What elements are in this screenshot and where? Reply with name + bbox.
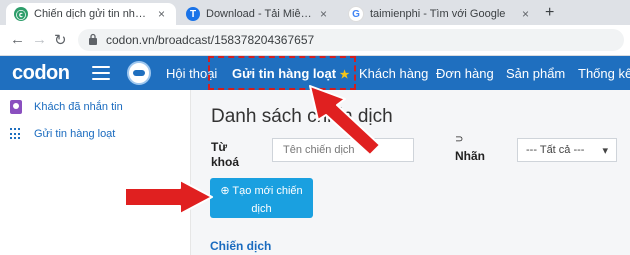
create-button-label: ⊕ Tạo mới chiến xyxy=(220,185,303,197)
lock-icon xyxy=(88,33,98,48)
hamburger-menu-icon[interactable] xyxy=(92,66,110,80)
page-title: Danh sách chiến dịch xyxy=(211,106,393,127)
reload-icon[interactable]: ↻ xyxy=(54,31,67,49)
codon-logo[interactable]: codon xyxy=(12,62,70,85)
nav-item-san-pham[interactable]: Sản phẩm xyxy=(506,66,565,81)
keyword-label-line: Từ xyxy=(211,140,228,154)
keyword-label: Từ khoá xyxy=(211,140,239,170)
close-icon[interactable]: × xyxy=(522,7,532,21)
tag-label: ⊃ Nhãn xyxy=(455,132,485,164)
url-input[interactable]: codon.vn/broadcast/158378204367657 xyxy=(78,29,624,51)
close-icon[interactable]: × xyxy=(320,7,330,21)
create-button-label: dịch xyxy=(251,203,272,215)
sidebar-item-label: Khách đã nhắn tin xyxy=(34,101,123,113)
close-icon[interactable]: × xyxy=(158,7,168,21)
chevron-down-icon: ▾ xyxy=(602,144,608,157)
tab-title: Download - Tải Miễn Phí VN - Ph xyxy=(206,8,314,20)
nav-item-thong-ke[interactable]: Thống kê xyxy=(578,66,630,81)
google-favicon-icon: G xyxy=(348,6,364,22)
section-title-campaigns: Chiến dịch xyxy=(210,239,272,253)
campaign-name-input[interactable]: Tên chiến dịch xyxy=(272,138,414,162)
sidebar-item-gui-tin-hang-loat[interactable]: Gửi tin hàng loạt xyxy=(10,128,115,140)
codon-favicon-icon: ⓒ xyxy=(14,7,28,22)
new-tab-button[interactable]: + xyxy=(545,4,554,22)
address-bar: ← → ↻ codon.vn/broadcast/158378204367657 xyxy=(0,25,630,56)
user-card-icon xyxy=(10,100,22,114)
t-favicon-icon: T xyxy=(186,7,200,21)
grid-dots-icon xyxy=(10,128,22,140)
create-campaign-button[interactable]: ⊕ Tạo mới chiến dịch xyxy=(210,178,313,218)
tab-title: taimienphi - Tìm với Google xyxy=(370,8,506,20)
back-arrow-icon[interactable]: ← xyxy=(10,31,25,48)
nav-item-khach-hang[interactable]: Khách hàng xyxy=(359,66,428,81)
sidebar-item-khach-da-nhan-tin[interactable]: Khách đã nhắn tin xyxy=(10,100,123,114)
browser-tab-strip: ⓒ Chiến dịch gửi tin nhắn diện rộng × T … xyxy=(0,0,630,25)
url-text: codon.vn/broadcast/158378204367657 xyxy=(106,33,315,47)
tag-select-value: --- Tất cả --- xyxy=(526,144,585,156)
sidebar-item-label: Gửi tin hàng loạt xyxy=(34,128,116,140)
browser-tab-active[interactable]: ⓒ Chiến dịch gửi tin nhắn diện rộng × xyxy=(6,3,176,25)
sidebar: Khách đã nhắn tin Gửi tin hàng loạt xyxy=(0,90,191,255)
forward-arrow-icon[interactable]: → xyxy=(32,31,47,48)
avatar[interactable] xyxy=(127,61,151,85)
nav-item-don-hang[interactable]: Đơn hàng xyxy=(436,66,494,81)
tab-title: Chiến dịch gửi tin nhắn diện rộng xyxy=(34,8,152,20)
annotation-highlight-box xyxy=(208,56,356,90)
keyword-label-line: khoá xyxy=(211,155,240,169)
tag-select[interactable]: --- Tất cả --- ▾ xyxy=(517,138,617,162)
main-content: Danh sách chiến dịch Từ khoá Tên chiến d… xyxy=(191,90,630,255)
tag-icon: ⊃ xyxy=(455,134,464,145)
browser-tab[interactable]: G taimienphi - Tìm với Google × xyxy=(340,3,540,25)
browser-tab[interactable]: T Download - Tải Miễn Phí VN - Ph × xyxy=(178,3,338,25)
tag-label-text: Nhãn xyxy=(455,149,485,163)
